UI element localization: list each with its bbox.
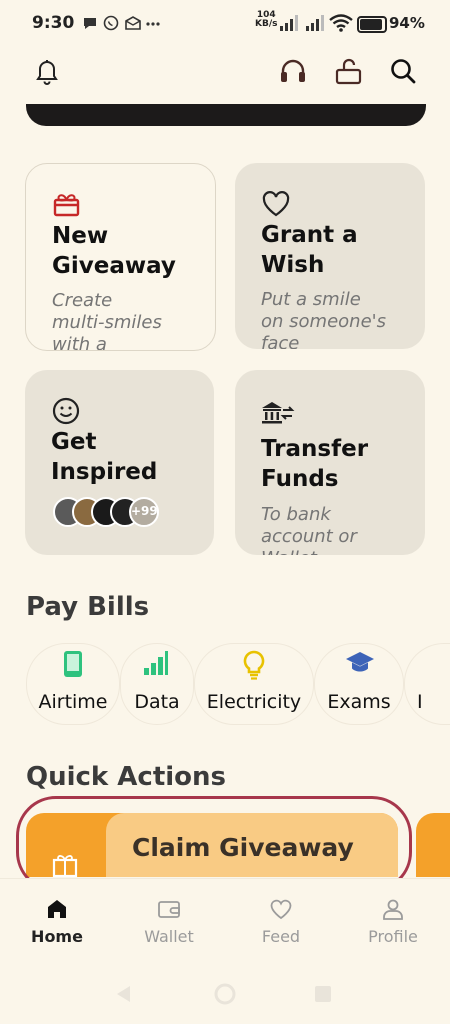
net-speed-unit: KB/s xyxy=(255,19,278,29)
system-nav-bar xyxy=(0,960,450,1024)
bill-label: Airtime xyxy=(38,691,108,713)
user-icon xyxy=(381,897,405,921)
bill-exams[interactable]: Exams xyxy=(314,643,404,725)
nav-label: Wallet xyxy=(144,927,194,946)
grant-wish-card[interactable]: Grant a Wish Put a smile on someone's fa… xyxy=(235,163,425,349)
new-giveaway-card[interactable]: New Giveaway Create multi-smiles with a … xyxy=(25,163,216,351)
wifi-icon xyxy=(329,14,353,36)
unlock-icon[interactable] xyxy=(334,56,364,86)
transfer-funds-card[interactable]: Transfer Funds To bank account or Wallet xyxy=(235,370,425,555)
headset-icon[interactable] xyxy=(278,56,308,86)
status-bar: 9:30 104 KB/s 94% xyxy=(0,0,450,44)
phone-icon xyxy=(61,650,85,682)
pay-bills-title: Pay Bills xyxy=(26,592,150,622)
card-subtitle: Put a smile on someone's face xyxy=(261,289,386,349)
banner-carousel[interactable] xyxy=(26,104,426,126)
bill-label: I xyxy=(417,691,423,713)
bill-airtime[interactable]: Airtime xyxy=(26,643,120,725)
bottom-nav: Home Wallet Feed Profile xyxy=(0,878,450,949)
nav-wallet[interactable]: Wallet xyxy=(113,879,225,949)
battery-level xyxy=(360,19,382,30)
lightbulb-icon xyxy=(241,650,267,684)
card-title: Grant a Wish xyxy=(261,222,358,278)
nav-feed[interactable]: Feed xyxy=(225,879,337,949)
nav-label: Feed xyxy=(261,927,301,946)
bill-label: Electricity xyxy=(206,691,302,713)
bell-icon[interactable] xyxy=(32,56,62,86)
nav-label: Home xyxy=(31,927,83,946)
signal-icon xyxy=(280,14,328,36)
battery-percent: 94% xyxy=(389,14,425,32)
card-subtitle: To bank account or Wallet xyxy=(261,504,357,555)
card-title: New Giveaway xyxy=(52,223,176,279)
home-circle-icon[interactable] xyxy=(214,983,236,1009)
recents-icon[interactable] xyxy=(314,985,332,1007)
heart-icon xyxy=(261,189,291,219)
bill-more[interactable]: I xyxy=(404,643,450,725)
nav-profile[interactable]: Profile xyxy=(337,879,449,949)
nav-label: Profile xyxy=(368,927,418,946)
graduation-cap-icon xyxy=(345,650,375,680)
network-speed: 104 KB/s xyxy=(255,11,277,29)
avatar-count: +99 xyxy=(131,504,158,518)
next-quick-action-card[interactable] xyxy=(416,813,450,877)
smile-icon xyxy=(51,396,81,426)
bill-label: Exams xyxy=(327,691,391,713)
status-time: 9:30 xyxy=(32,13,75,33)
notification-icons xyxy=(82,15,162,35)
card-subtitle: Create multi-smiles with a giveaway xyxy=(52,290,162,351)
bill-label: Data xyxy=(134,691,180,713)
card-title: Transfer Funds xyxy=(261,436,369,492)
more-avatars-badge: +99 xyxy=(129,497,159,527)
heart-icon xyxy=(269,897,293,921)
search-icon[interactable] xyxy=(388,56,418,86)
card-title: Get Inspired xyxy=(51,429,158,485)
signal-bars-icon xyxy=(143,650,169,680)
quick-actions-title: Quick Actions xyxy=(26,762,227,792)
bank-transfer-icon xyxy=(261,400,295,430)
home-icon xyxy=(45,897,69,921)
bill-electricity[interactable]: Electricity xyxy=(194,643,314,725)
nav-home[interactable]: Home xyxy=(1,879,113,949)
bill-data[interactable]: Data xyxy=(120,643,194,725)
get-inspired-card[interactable]: Get Inspired +99 xyxy=(25,370,214,555)
back-icon[interactable] xyxy=(114,984,134,1008)
wallet-icon xyxy=(157,897,181,921)
gift-icon xyxy=(52,190,82,220)
